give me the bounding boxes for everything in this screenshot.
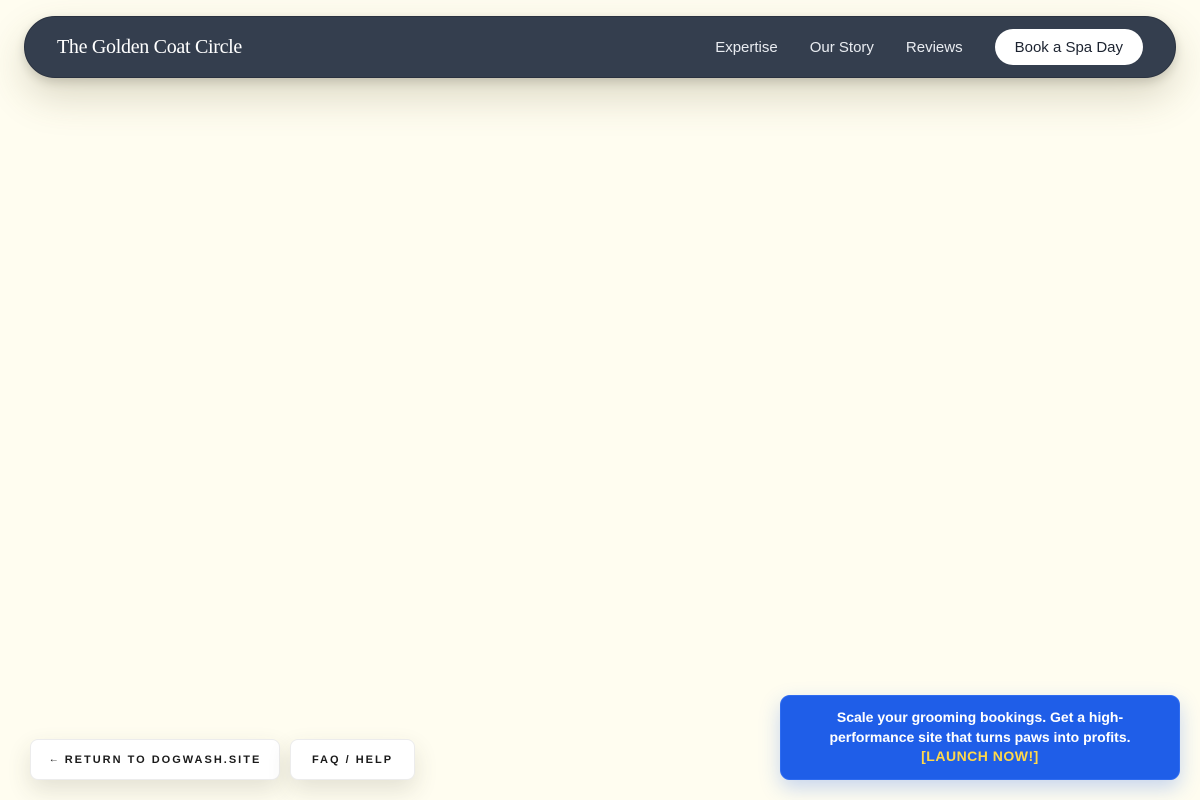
page: The Golden Coat Circle Expertise Our Sto… [0,0,1200,800]
launch-now-link[interactable]: [LAUNCH NOW!] [921,747,1039,767]
nav-link-our-story[interactable]: Our Story [810,39,874,56]
book-spa-day-button[interactable]: Book a Spa Day [994,29,1143,65]
faq-help-label: FAQ / HELP [311,753,394,766]
nav-links: Expertise Our Story Reviews [715,39,962,56]
promo-banner[interactable]: Scale your grooming bookings. Get a high… [780,695,1180,780]
brand-logo[interactable]: The Golden Coat Circle [57,36,242,59]
return-label: RETURN TO DOGWASH.SITE [64,753,262,766]
nav-link-reviews[interactable]: Reviews [906,39,963,56]
top-navbar: The Golden Coat Circle Expertise Our Sto… [24,16,1176,78]
faq-help-button[interactable]: FAQ / HELP [290,739,415,780]
promo-text: Scale your grooming bookings. Get a high… [829,709,1131,745]
return-to-dogwash-button[interactable]: ← RETURN TO DOGWASH.SITE [30,739,280,780]
nav-link-expertise[interactable]: Expertise [715,39,778,56]
arrow-left-icon: ← [48,754,59,765]
